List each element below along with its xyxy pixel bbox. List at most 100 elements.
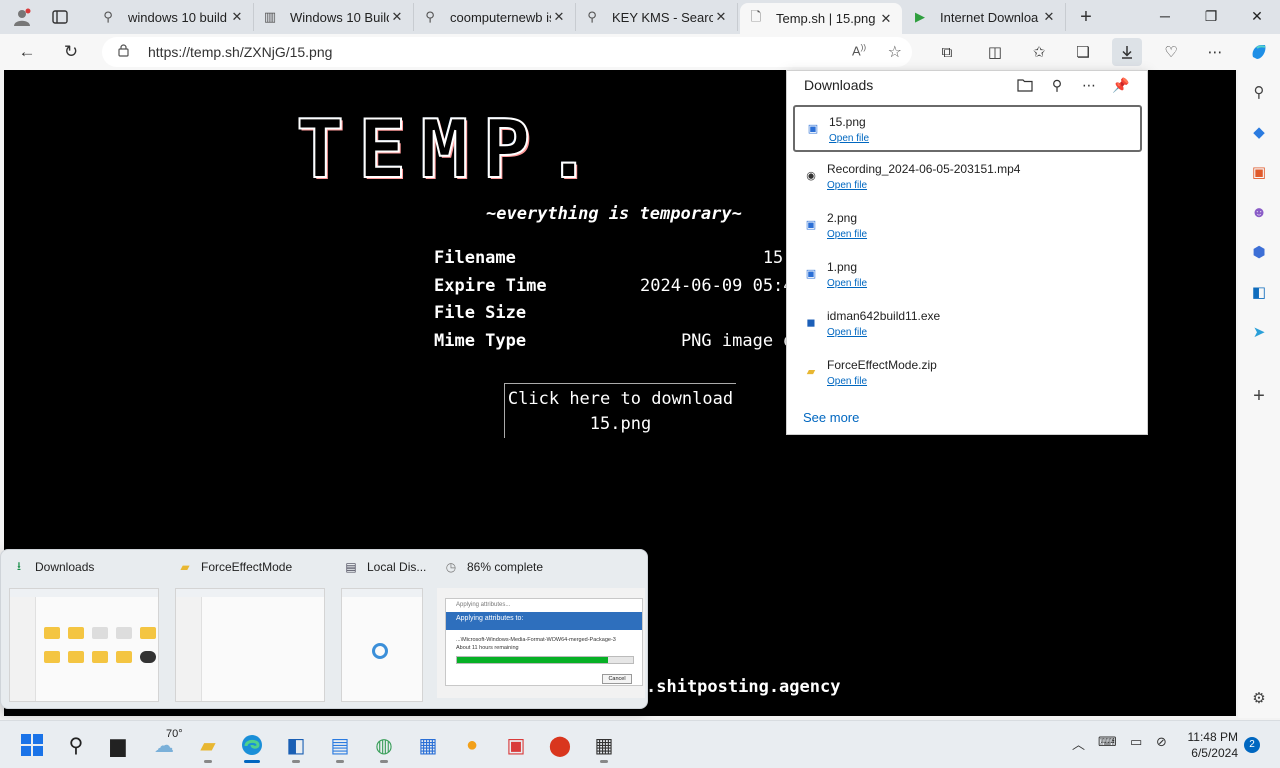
fruit-app-icon[interactable]: ● [454,727,490,763]
close-icon[interactable]: ✕ [229,9,245,25]
info-key: Expire Time [434,275,547,296]
start-button[interactable] [14,727,50,763]
refresh-button[interactable]: ↻ [56,37,86,67]
open-file-link[interactable]: Open file [827,376,867,387]
download-file-link[interactable]: Click here to download 15.png [504,383,736,438]
info-row: Filename 15.pr [434,248,814,276]
download-item[interactable]: ▣ 1.png Open file [793,252,1142,299]
tab-temp-sh[interactable]: 🗋 Temp.sh | 15.png ✕ [740,3,902,34]
restore-button[interactable]: ❐ [1188,0,1234,32]
extensions-icon[interactable]: ⧉ [932,38,962,66]
outlook-icon[interactable]: ◧ [1247,280,1271,304]
taskbar-window-previews: ⭳ Downloads ▰ ForceEffectMode ▤ Local Di… [0,549,648,709]
lock-icon[interactable] [118,44,132,60]
browser-essentials-icon[interactable]: ♡ [1156,38,1186,66]
favorite-star-icon[interactable]: ☆ [888,42,902,62]
preview-forceeffectmode[interactable]: ▰ ForceEffectMode [171,550,329,710]
search-icon[interactable]: ⚲ [58,727,94,763]
footer-link[interactable]: .shitposting.agency [646,677,840,697]
info-key: File Size [434,303,527,323]
edge-browser-icon[interactable] [234,727,270,763]
search-icon: ⚲ [103,9,113,24]
preview-progress-dialog[interactable]: ◷ 86% complete Applying attributes... Ap… [437,550,645,710]
see-more-link[interactable]: See more [803,410,859,425]
office-icon[interactable]: ⬢ [1247,240,1271,264]
download-item[interactable]: ▰ ForceEffectMode.zip Open file [793,350,1142,397]
back-button[interactable]: ← [12,37,42,67]
download-item[interactable]: ▣ 2.png Open file [793,203,1142,250]
tab-internet-download[interactable]: ▶ Internet Downloa ✕ [904,3,1066,31]
more-options-icon[interactable]: ⋯ [1077,74,1101,96]
windows-taskbar: ⚲ ▆ ☁ 70° ▰ ◧ ▤ ◍ ▦ ● ▣ ⬤ ▦ ︿ ⌨ ▭ ⊘ 11:4… [0,720,1280,768]
downloads-icon[interactable] [1112,38,1142,66]
close-icon[interactable]: ✕ [878,11,894,27]
news-app-icon[interactable]: ▣ [498,727,534,763]
shopping-tag-icon[interactable]: ◆ [1247,120,1271,144]
url-text[interactable]: https://temp.sh/ZXNjG/15.png [148,44,332,60]
download-arrow-icon: ⭳ [16,558,22,573]
add-icon[interactable]: + [1247,384,1271,408]
more-menu-icon[interactable]: ⋯ [1200,38,1230,66]
people-icon[interactable]: ☻ [1247,200,1271,224]
search-downloads-icon[interactable]: ⚲ [1045,74,1069,96]
network-globe-icon[interactable]: ◍ [366,727,402,763]
search-icon[interactable]: ⚲ [1247,80,1271,104]
read-aloud-icon[interactable]: A)) [852,43,866,58]
open-file-link[interactable]: Open file [827,180,867,191]
zip-file-icon: ▰ [806,366,816,378]
download-item[interactable]: ◼ idman642build11.exe Open file [793,301,1142,348]
display-icon[interactable]: ▭ [1130,734,1142,750]
notepad-icon[interactable]: ▤ [322,727,358,763]
cancel-button[interactable]: Cancel [602,674,632,684]
file-icon: 🗋 [750,8,762,24]
network-icon[interactable]: ⊘ [1156,734,1167,750]
minimize-button[interactable]: ─ [1142,0,1188,32]
info-key: Mime Type [434,330,527,351]
calendar-icon[interactable]: ▦ [410,727,446,763]
search-icon: ⚲ [587,9,597,24]
map-pin-icon[interactable]: ⬤ [542,727,578,763]
download-item[interactable]: ▣ 15.png Open file [793,105,1142,152]
tab-actions-icon[interactable] [46,4,74,30]
settings-gear-icon[interactable]: ⚙ [1247,686,1271,710]
profile-icon[interactable] [8,4,36,30]
open-file-link[interactable]: Open file [827,229,867,240]
store-icon[interactable]: ◧ [278,727,314,763]
close-icon[interactable]: ✕ [551,9,567,25]
open-file-link[interactable]: Open file [827,278,867,289]
pin-icon[interactable]: 📌 [1109,74,1133,96]
play-icon: ▶ [915,9,925,24]
close-icon[interactable]: ✕ [389,9,405,25]
tab-windows-10-build[interactable]: ▥ Windows 10 Build ✕ [254,3,414,31]
copilot-icon[interactable] [1244,38,1274,66]
info-row: Expire Time 2024-06-09 05:46: [434,276,814,304]
close-window-button[interactable]: ✕ [1234,0,1280,32]
task-view-icon[interactable]: ▆ [100,727,136,763]
new-tab-button[interactable]: + [1072,4,1100,30]
calculator-icon[interactable]: ▦ [586,727,622,763]
open-file-link[interactable]: Open file [827,327,867,338]
open-file-link[interactable]: Open file [829,133,869,144]
tab-windows-10-build-search[interactable]: ⚲ windows 10 build ✕ [92,3,254,31]
preview-downloads[interactable]: ⭳ Downloads [5,550,163,710]
collections-icon[interactable]: ❏ [1068,38,1098,66]
tools-icon[interactable]: ▣ [1247,160,1271,184]
favorites-icon[interactable]: ✩ [1024,38,1054,66]
split-screen-icon[interactable]: ◫ [980,38,1010,66]
close-icon[interactable]: ✕ [713,9,729,25]
preview-thumbnail [341,588,423,702]
preview-local-disk[interactable]: ▤ Local Dis... [337,550,433,710]
file-explorer-icon[interactable]: ▰ [190,727,226,763]
system-clock[interactable]: 11:48 PM 6/5/2024 [1182,729,1238,761]
tab-key-kms-search[interactable]: ⚲ KEY KMS - Search ✕ [576,3,738,31]
close-icon[interactable]: ✕ [1041,9,1057,25]
chevron-up-icon[interactable]: ︿ [1072,734,1085,753]
download-item[interactable]: ◉ Recording_2024-06-05-203151.mp4 Open f… [793,154,1142,201]
telegram-icon[interactable]: ➤ [1247,320,1271,344]
folder-icon: ▰ [180,560,190,574]
notification-badge[interactable]: 2 [1244,737,1260,753]
address-bar[interactable]: https://temp.sh/ZXNjG/15.png A)) ☆ [102,37,912,67]
open-folder-icon[interactable] [1013,74,1037,96]
keyboard-icon[interactable]: ⌨ [1098,734,1117,750]
tab-coomputernewb[interactable]: ⚲ coomputernewb is ✕ [414,3,576,31]
